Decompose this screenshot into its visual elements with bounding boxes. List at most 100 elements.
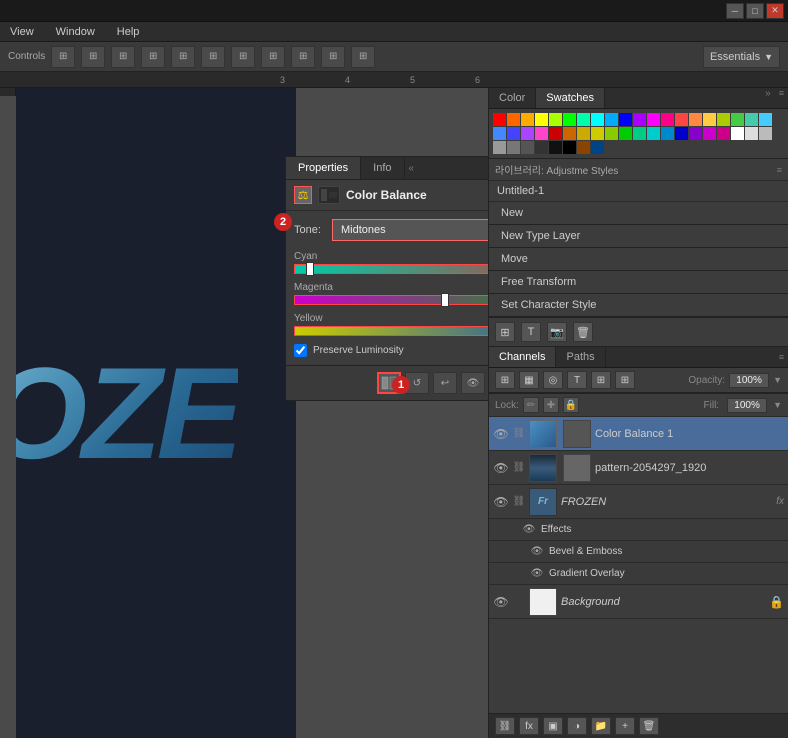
layer-btn-link[interactable]: ⛓: [495, 717, 515, 735]
swatch-cell[interactable]: [717, 127, 730, 140]
toolbar-btn-2[interactable]: ⊞: [81, 46, 105, 68]
tone-select[interactable]: Midtones Shadows Highlights: [332, 219, 488, 241]
close-button[interactable]: ✕: [766, 3, 784, 19]
swatch-cell[interactable]: [745, 113, 758, 126]
yellow-blue-slider[interactable]: [294, 326, 488, 336]
swatch-cell[interactable]: [703, 113, 716, 126]
swatch-cell[interactable]: [647, 113, 660, 126]
toolbar-btn-3[interactable]: ⊞: [111, 46, 135, 68]
swatches-panel-arrow[interactable]: »: [761, 88, 775, 108]
swatch-cell[interactable]: [675, 127, 688, 140]
swatch-cell[interactable]: [619, 113, 632, 126]
ch-btn-5[interactable]: ⊞: [591, 371, 611, 389]
layer-eye-gradient[interactable]: 👁: [529, 566, 545, 582]
context-move[interactable]: Move: [489, 248, 788, 271]
layer-eye-2[interactable]: 👁: [493, 460, 509, 476]
swatch-cell[interactable]: [717, 113, 730, 126]
swatch-cell[interactable]: [535, 113, 548, 126]
adjust-icon-2[interactable]: T: [521, 322, 541, 342]
swatch-cell[interactable]: [549, 127, 562, 140]
swatches-menu-icon[interactable]: ≡: [775, 88, 788, 108]
swatch-cell[interactable]: [745, 127, 758, 140]
adjust-icon-1[interactable]: ⊞: [495, 322, 515, 342]
bottom-btn-visibility[interactable]: 👁: [461, 372, 485, 394]
swatch-cell[interactable]: [591, 141, 604, 154]
swatch-cell[interactable]: [507, 113, 520, 126]
lock-btn[interactable]: ✏: [523, 397, 539, 413]
layer-row-color-balance[interactable]: 👁 ⛓ Color Balance 1: [489, 417, 788, 451]
ch-btn-4[interactable]: T: [567, 371, 587, 389]
swatch-cell[interactable]: [689, 113, 702, 126]
context-set-character-style[interactable]: Set Character Style: [489, 294, 788, 317]
opacity-value[interactable]: 100%: [729, 373, 769, 388]
lock-btn-3[interactable]: 🔒: [563, 397, 579, 413]
panel-collapse-arrow[interactable]: «: [405, 163, 419, 174]
swatch-cell[interactable]: [563, 113, 576, 126]
swatch-cell[interactable]: [661, 127, 674, 140]
lock-btn-2[interactable]: ✚: [543, 397, 559, 413]
toolbar-btn-8[interactable]: ⊞: [261, 46, 285, 68]
layer-eye-1[interactable]: 👁: [493, 426, 509, 442]
swatch-cell[interactable]: [591, 127, 604, 140]
swatch-cell[interactable]: [521, 141, 534, 154]
adjust-icon-trash[interactable]: 🗑: [573, 322, 593, 342]
swatch-cell[interactable]: [759, 113, 772, 126]
toolbar-btn-7[interactable]: ⊞: [231, 46, 255, 68]
fill-arrow[interactable]: ▼: [773, 400, 782, 410]
tab-swatches[interactable]: Swatches: [536, 88, 605, 108]
swatch-cell[interactable]: [731, 113, 744, 126]
swatch-cell[interactable]: [703, 127, 716, 140]
toolbar-btn-11[interactable]: ⊞: [351, 46, 375, 68]
swatch-cell[interactable]: [493, 113, 506, 126]
tab-color[interactable]: Color: [489, 88, 536, 108]
menu-help[interactable]: Help: [113, 25, 144, 39]
swatch-cell[interactable]: [689, 127, 702, 140]
swatch-cell[interactable]: [647, 127, 660, 140]
magenta-green-thumb[interactable]: [441, 293, 449, 307]
swatch-cell[interactable]: [535, 127, 548, 140]
swatch-cell[interactable]: [591, 113, 604, 126]
toolbar-btn-6[interactable]: ⊞: [201, 46, 225, 68]
fill-value[interactable]: 100%: [727, 398, 767, 413]
layer-btn-delete[interactable]: 🗑: [639, 717, 659, 735]
tab-info[interactable]: Info: [361, 157, 404, 179]
swatch-cell[interactable]: [675, 113, 688, 126]
layer-eye-3[interactable]: 👁: [493, 494, 509, 510]
swatch-cell[interactable]: [633, 113, 646, 126]
swatch-cell[interactable]: [549, 113, 562, 126]
adjust-menu-icon[interactable]: ≡: [777, 165, 782, 175]
channels-menu-icon[interactable]: ≡: [775, 352, 788, 362]
context-new-type-layer[interactable]: New Type Layer: [489, 225, 788, 248]
tab-paths[interactable]: Paths: [556, 347, 605, 367]
swatch-cell[interactable]: [521, 127, 534, 140]
essentials-dropdown[interactable]: Essentials ▼: [703, 46, 780, 68]
layer-eye-effects[interactable]: 👁: [521, 522, 537, 538]
toolbar-btn-10[interactable]: ⊞: [321, 46, 345, 68]
tab-channels[interactable]: Channels: [489, 347, 556, 367]
minimize-button[interactable]: ─: [726, 3, 744, 19]
ch-btn-3[interactable]: ◎: [543, 371, 563, 389]
swatch-cell[interactable]: [759, 127, 772, 140]
swatch-cell[interactable]: [577, 127, 590, 140]
adjust-icon-camera[interactable]: 📷: [547, 322, 567, 342]
layer-btn-group[interactable]: 📁: [591, 717, 611, 735]
toolbar-btn-1[interactable]: ⊞: [51, 46, 75, 68]
preserve-checkbox[interactable]: [294, 344, 307, 357]
swatch-cell[interactable]: [549, 141, 562, 154]
cyan-red-thumb[interactable]: [306, 262, 314, 276]
layer-eye-bg[interactable]: 👁: [493, 594, 509, 610]
restore-button[interactable]: □: [746, 3, 764, 19]
ch-btn-2[interactable]: ▦: [519, 371, 539, 389]
toolbar-btn-9[interactable]: ⊞: [291, 46, 315, 68]
ch-btn-6[interactable]: ⊞: [615, 371, 635, 389]
magenta-green-slider[interactable]: [294, 295, 488, 305]
layer-eye-bevel[interactable]: 👁: [529, 544, 545, 560]
context-free-transform[interactable]: Free Transform: [489, 271, 788, 294]
swatch-cell[interactable]: [493, 141, 506, 154]
swatch-cell[interactable]: [605, 113, 618, 126]
ch-btn-1[interactable]: ⊞: [495, 371, 515, 389]
swatch-cell[interactable]: [507, 141, 520, 154]
swatch-cell[interactable]: [605, 127, 618, 140]
swatch-cell[interactable]: [521, 113, 534, 126]
toolbar-btn-4[interactable]: ⊞: [141, 46, 165, 68]
